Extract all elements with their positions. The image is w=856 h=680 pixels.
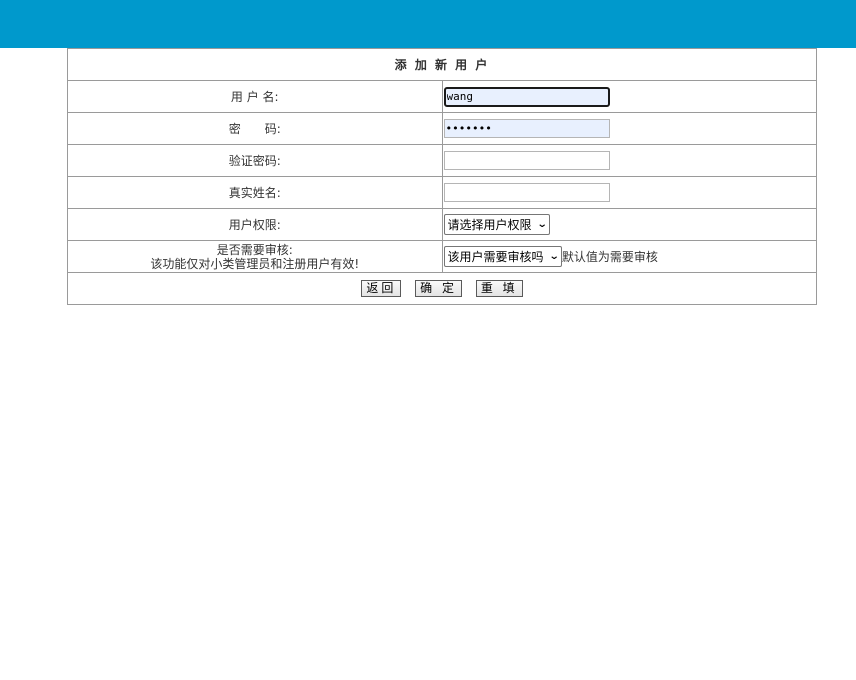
confirm-button[interactable]: 确 定 [415, 280, 462, 297]
reset-button[interactable]: 重 填 [475, 280, 523, 297]
form-title: 添 加 新 用 户 [67, 48, 817, 81]
actions-row: 返回 确 定 重 填 [67, 272, 817, 305]
permission-row: 用户权限: 请选择用户权限 ⌄ [67, 208, 817, 241]
permission-select-value: 请选择用户权限 [447, 218, 532, 232]
password-input[interactable] [443, 119, 610, 138]
confirm-password-input[interactable] [443, 151, 610, 170]
chevron-down-icon: ⌄ [548, 251, 560, 262]
permission-label: 用户权限: [67, 208, 443, 241]
real-name-input[interactable] [443, 183, 610, 202]
back-button[interactable]: 返回 [361, 280, 402, 297]
username-input[interactable] [443, 86, 610, 107]
review-label: 是否需要审核: 该功能仅对小类管理员和注册用户有效! [150, 243, 359, 271]
username-row: 用 户 名: [67, 80, 817, 113]
chevron-down-icon: ⌄ [536, 219, 548, 230]
password-label: 密 码: [67, 112, 443, 145]
review-row: 是否需要审核: 该功能仅对小类管理员和注册用户有效! 该用户需要审核吗 ⌄ 默认… [67, 240, 817, 273]
real-name-row: 真实姓名: [67, 176, 817, 209]
add-user-form: 添 加 新 用 户 用 户 名: 密 码: 验证密码: 真实姓名: 用户权限: … [67, 48, 817, 305]
password-row: 密 码: [67, 112, 817, 145]
review-select[interactable]: 该用户需要审核吗 ⌄ [443, 246, 562, 267]
confirm-password-label: 验证密码: [67, 144, 443, 177]
review-label-line1: 是否需要审核: [216, 242, 293, 257]
top-banner [0, 0, 856, 48]
real-name-label: 真实姓名: [67, 176, 443, 209]
username-label: 用 户 名: [67, 80, 443, 113]
permission-select[interactable]: 请选择用户权限 ⌄ [443, 214, 550, 235]
review-select-value: 该用户需要审核吗 [447, 250, 544, 264]
review-label-line2: 该功能仅对小类管理员和注册用户有效! [150, 256, 360, 271]
confirm-password-row: 验证密码: [67, 144, 817, 177]
review-default-note: 默认值为需要审核 [561, 250, 658, 264]
